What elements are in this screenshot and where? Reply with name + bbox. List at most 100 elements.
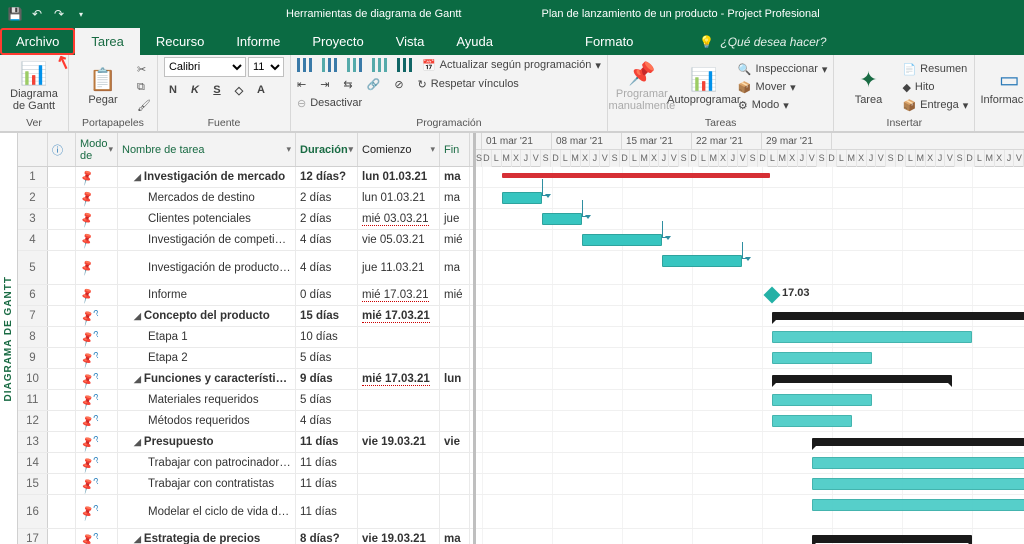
- finish-cell[interactable]: [440, 474, 470, 494]
- start-cell[interactable]: vie 19.03.21: [358, 432, 440, 452]
- gantt-bar[interactable]: [502, 173, 770, 178]
- progress-0-icon[interactable]: [297, 58, 312, 72]
- duration-cell[interactable]: 4 días: [296, 230, 358, 250]
- gantt-bar[interactable]: [662, 255, 742, 267]
- duration-cell[interactable]: 2 días: [296, 188, 358, 208]
- inspect-button[interactable]: 🔍 Inspeccionar ▾: [738, 61, 828, 77]
- gantt-bar[interactable]: [542, 213, 582, 225]
- gantt-row[interactable]: [476, 167, 1024, 188]
- task-name[interactable]: Clientes potenciales: [122, 213, 251, 225]
- outline-toggle-icon[interactable]: ◢: [134, 534, 141, 544]
- finish-cell[interactable]: [440, 411, 470, 431]
- finish-cell[interactable]: [440, 390, 470, 410]
- table-row[interactable]: 3📌Clientes potenciales2 díasmié 03.03.21…: [18, 209, 473, 230]
- finish-cell[interactable]: [440, 453, 470, 473]
- table-row[interactable]: 9📌Etapa 25 días: [18, 348, 473, 369]
- duration-cell[interactable]: 4 días: [296, 251, 358, 284]
- tab-informe[interactable]: Informe: [220, 28, 296, 55]
- task-name[interactable]: Trabajar con contratistas: [122, 478, 274, 490]
- task-name[interactable]: Métodos requeridos: [122, 415, 250, 427]
- tab-proyecto[interactable]: Proyecto: [296, 28, 379, 55]
- link-button[interactable]: 🔗: [367, 76, 381, 92]
- task-name[interactable]: Modelar el ciclo de vida del producto: [122, 506, 291, 518]
- finish-cell[interactable]: mié: [440, 230, 470, 250]
- table-row[interactable]: 1📌◢Investigación de mercado12 días?lun 0…: [18, 167, 473, 188]
- start-cell[interactable]: lun 01.03.21: [358, 167, 440, 187]
- tab-recurso[interactable]: Recurso: [140, 28, 220, 55]
- finish-cell[interactable]: ma: [440, 251, 470, 284]
- start-cell[interactable]: [358, 411, 440, 431]
- table-row[interactable]: 16📌Modelar el ciclo de vida del producto…: [18, 495, 473, 529]
- update-schedule-button[interactable]: 📅 Actualizar según programación ▾: [422, 57, 601, 73]
- task-name[interactable]: Etapa 2: [122, 352, 188, 364]
- gantt-row[interactable]: [476, 411, 1024, 432]
- table-row[interactable]: 5📌Investigación de productos similares4 …: [18, 251, 473, 285]
- finish-cell[interactable]: mié: [440, 285, 470, 305]
- table-row[interactable]: 17📌◢Estrategia de precios8 días?vie 19.0…: [18, 529, 473, 544]
- bold-button[interactable]: N: [164, 81, 182, 99]
- gantt-bar[interactable]: [772, 352, 872, 364]
- underline-button[interactable]: S: [208, 81, 226, 99]
- progress-75-icon[interactable]: [372, 58, 387, 72]
- split-button[interactable]: ⇆: [343, 76, 352, 92]
- duration-cell[interactable]: 11 días: [296, 474, 358, 494]
- duration-cell[interactable]: 2 días: [296, 209, 358, 229]
- duration-cell[interactable]: 12 días?: [296, 167, 358, 187]
- gantt-bar[interactable]: [502, 192, 542, 204]
- gantt-row[interactable]: [476, 348, 1024, 369]
- start-cell[interactable]: mié 17.03.21: [358, 306, 440, 326]
- table-row[interactable]: 7📌◢Concepto del producto15 díasmié 17.03…: [18, 306, 473, 327]
- col-duration[interactable]: Duración▾: [296, 133, 358, 166]
- col-name[interactable]: Nombre de tarea▾: [118, 133, 296, 166]
- finish-cell[interactable]: ma: [440, 167, 470, 187]
- move-button[interactable]: 📦 Mover ▾: [738, 79, 828, 95]
- start-cell[interactable]: lun 01.03.21: [358, 188, 440, 208]
- task-name[interactable]: Etapa 1: [122, 331, 188, 343]
- copy-button[interactable]: ⧉: [137, 79, 151, 95]
- gantt-bar[interactable]: [772, 415, 852, 427]
- font-size-select[interactable]: 11: [248, 57, 284, 77]
- table-row[interactable]: 15📌Trabajar con contratistas11 días: [18, 474, 473, 495]
- gantt-row[interactable]: [476, 432, 1024, 453]
- gantt-row[interactable]: [476, 474, 1024, 495]
- duration-cell[interactable]: 0 días: [296, 285, 358, 305]
- finish-cell[interactable]: lun: [440, 369, 470, 389]
- col-info[interactable]: ⓘ: [48, 133, 76, 166]
- task-name[interactable]: ◢Presupuesto: [122, 436, 214, 448]
- insert-summary-button[interactable]: 📄 Resumen: [902, 61, 968, 77]
- unlink-button[interactable]: ⊘: [394, 76, 403, 92]
- tab-file[interactable]: Archivo: [0, 28, 75, 55]
- start-cell[interactable]: mié 17.03.21: [358, 369, 440, 389]
- task-name[interactable]: Mercados de destino: [122, 192, 255, 204]
- gantt-bar[interactable]: [582, 234, 662, 246]
- duration-cell[interactable]: 9 días: [296, 369, 358, 389]
- progress-50-icon[interactable]: [347, 58, 362, 72]
- gantt-bar[interactable]: [812, 457, 1024, 469]
- finish-cell[interactable]: [440, 348, 470, 368]
- gantt-row[interactable]: [476, 209, 1024, 230]
- task-name[interactable]: ◢Concepto del producto: [122, 310, 270, 322]
- progress-100-icon[interactable]: [397, 58, 412, 72]
- table-row[interactable]: 6📌Informe0 díasmié 17.03.21mié: [18, 285, 473, 306]
- task-name[interactable]: Trabajar con patrocinadores: [122, 457, 291, 469]
- outline-toggle-icon[interactable]: ◢: [134, 172, 141, 182]
- finish-cell[interactable]: [440, 306, 470, 326]
- col-start[interactable]: Comienzo▾: [358, 133, 440, 166]
- font-color-button[interactable]: A: [252, 81, 270, 99]
- task-name[interactable]: Investigación de productos similares: [122, 262, 291, 274]
- outline-toggle-icon[interactable]: ◢: [134, 311, 141, 321]
- start-cell[interactable]: [358, 495, 440, 528]
- gantt-chart[interactable]: 01 mar '2108 mar '2115 mar '2122 mar '21…: [476, 133, 1024, 544]
- start-cell[interactable]: jue 11.03.21: [358, 251, 440, 284]
- gantt-row[interactable]: [476, 390, 1024, 411]
- table-row[interactable]: 14📌Trabajar con patrocinadores11 días: [18, 453, 473, 474]
- gantt-row[interactable]: [476, 369, 1024, 390]
- duration-cell[interactable]: 11 días: [296, 432, 358, 452]
- gantt-bar[interactable]: [772, 375, 952, 383]
- redo-icon[interactable]: ↷: [50, 5, 68, 23]
- qat-dropdown-icon[interactable]: ▾: [72, 5, 90, 23]
- start-cell[interactable]: vie 05.03.21: [358, 230, 440, 250]
- gantt-row[interactable]: [476, 453, 1024, 474]
- gantt-row[interactable]: [476, 230, 1024, 251]
- start-cell[interactable]: [358, 390, 440, 410]
